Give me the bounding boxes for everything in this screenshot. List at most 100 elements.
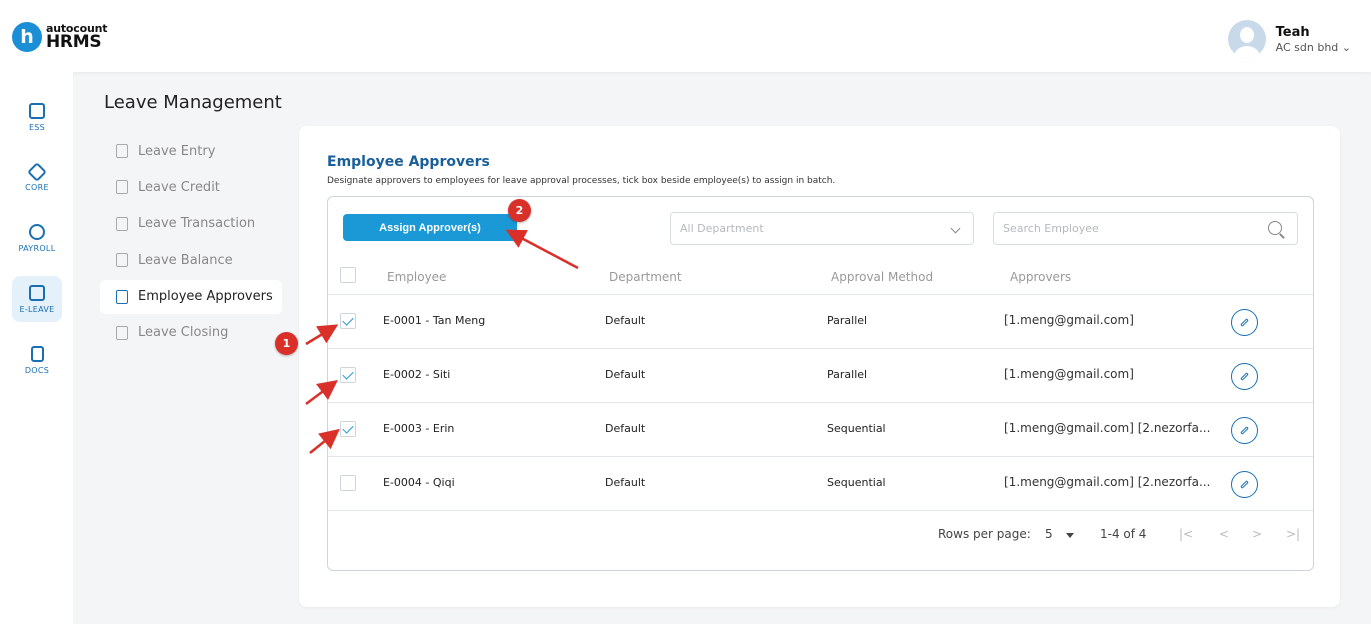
edit-button[interactable] bbox=[1231, 363, 1258, 390]
row-checkbox[interactable] bbox=[340, 313, 356, 329]
pencil-icon bbox=[1240, 372, 1249, 381]
pencil-icon bbox=[1240, 318, 1249, 327]
employee-approvers-card: Employee Approvers Designate approvers t… bbox=[299, 126, 1340, 607]
edit-button[interactable] bbox=[1231, 417, 1258, 444]
rail-item-payroll[interactable]: PAYROLL bbox=[12, 215, 62, 261]
submenu-label: Leave Entry bbox=[138, 143, 216, 159]
table-row: E-0001 - Tan Meng Default Parallel [1.me… bbox=[328, 295, 1313, 349]
table-row: E-0002 - Siti Default Parallel [1.meng@g… bbox=[328, 349, 1313, 403]
rail-item-ess[interactable]: ESS bbox=[12, 94, 62, 140]
assign-approvers-button[interactable]: Assign Approver(s) bbox=[343, 214, 517, 241]
approvers-cell: [1.meng@gmail.com] bbox=[1004, 367, 1134, 381]
table-row: E-0004 - Qiqi Default Sequential [1.meng… bbox=[328, 457, 1313, 511]
approvers-table: Assign Approver(s) All Department Search… bbox=[327, 196, 1314, 571]
rail-label: CORE bbox=[25, 182, 49, 192]
user-menu[interactable]: Teah AC sdn bhd ⌄ bbox=[1227, 20, 1351, 58]
step-badge-2: 2 bbox=[508, 199, 531, 222]
document-icon bbox=[30, 345, 44, 362]
pencil-icon bbox=[1240, 426, 1249, 435]
logo-bottom-text: HRMS bbox=[46, 32, 102, 52]
pagination-range: 1-4 of 4 bbox=[1100, 527, 1147, 541]
document-icon bbox=[116, 144, 128, 158]
department-cell: Default bbox=[605, 368, 646, 381]
submenu-item-leave-credit[interactable]: Leave Credit bbox=[100, 170, 282, 204]
rail-item-core[interactable]: CORE bbox=[12, 155, 62, 201]
submenu-label: Leave Balance bbox=[138, 252, 233, 268]
avatar bbox=[1227, 20, 1266, 58]
method-cell: Sequential bbox=[827, 476, 886, 489]
approvers-cell: [1.meng@gmail.com] [2.nezorfa... bbox=[1004, 421, 1211, 435]
rail-label: ESS bbox=[28, 122, 46, 132]
rows-per-page-label: Rows per page: bbox=[938, 527, 1031, 541]
chevron-down-icon bbox=[950, 223, 961, 234]
app-logo[interactable]: h autocount HRMS bbox=[12, 22, 107, 52]
leave-submenu: Leave Entry Leave Credit Leave Transacti… bbox=[100, 134, 282, 352]
method-cell: Parallel bbox=[827, 314, 868, 327]
column-header-employee[interactable]: Employee bbox=[387, 270, 446, 284]
card-description: Designate approvers to employees for lea… bbox=[327, 176, 836, 186]
rail-label: PAYROLL bbox=[18, 243, 56, 253]
approvers-cell: [1.meng@gmail.com] bbox=[1004, 313, 1134, 327]
document-icon bbox=[116, 289, 128, 304]
submenu-label: Leave Credit bbox=[138, 179, 220, 195]
row-checkbox[interactable] bbox=[340, 475, 356, 491]
submenu-label: Employee Approvers bbox=[138, 289, 273, 305]
row-checkbox[interactable] bbox=[340, 367, 356, 383]
top-header: h autocount HRMS Teah AC sdn bhd ⌄ bbox=[0, 0, 1371, 72]
department-placeholder: All Department bbox=[680, 222, 764, 235]
document-icon bbox=[116, 180, 128, 195]
search-input[interactable]: Search Employee bbox=[993, 212, 1298, 245]
column-header-department[interactable]: Department bbox=[609, 270, 682, 284]
step-badge-1: 1 bbox=[275, 332, 298, 355]
employee-cell: E-0004 - Qiqi bbox=[383, 476, 455, 489]
document-icon bbox=[116, 253, 128, 268]
document-icon bbox=[116, 325, 128, 340]
search-icon bbox=[1268, 221, 1282, 235]
department-cell: Default bbox=[605, 476, 646, 489]
approvers-cell: [1.meng@gmail.com] [2.nezorfa... bbox=[1004, 475, 1211, 489]
method-cell: Parallel bbox=[827, 368, 868, 381]
rail-label: DOCS bbox=[24, 365, 50, 375]
document-icon bbox=[116, 216, 128, 231]
first-page-button[interactable]: |< bbox=[1179, 527, 1193, 541]
dollar-icon bbox=[29, 223, 45, 240]
row-checkbox[interactable] bbox=[340, 421, 356, 437]
next-page-button[interactable]: > bbox=[1252, 527, 1262, 541]
submenu-item-employee-approvers[interactable]: Employee Approvers bbox=[100, 279, 282, 314]
pencil-icon bbox=[1240, 480, 1249, 489]
rail-label: E-LEAVE bbox=[19, 304, 55, 314]
card-title: Employee Approvers bbox=[327, 154, 490, 170]
submenu-item-leave-balance[interactable]: Leave Balance bbox=[100, 243, 282, 277]
rail-item-docs[interactable]: DOCS bbox=[12, 337, 62, 383]
department-select[interactable]: All Department bbox=[670, 212, 974, 245]
search-placeholder: Search Employee bbox=[1003, 222, 1099, 235]
page-title: Leave Management bbox=[104, 92, 282, 113]
submenu-item-leave-entry[interactable]: Leave Entry bbox=[100, 134, 282, 168]
edit-button[interactable] bbox=[1231, 309, 1258, 336]
column-header-approval-method[interactable]: Approval Method bbox=[831, 270, 933, 284]
department-cell: Default bbox=[605, 422, 646, 435]
last-page-button[interactable]: >| bbox=[1286, 527, 1300, 541]
rail-item-e-leave[interactable]: E-LEAVE bbox=[12, 276, 62, 322]
logo-mark: h bbox=[12, 22, 42, 52]
method-cell: Sequential bbox=[827, 422, 886, 435]
user-org: AC sdn bhd ⌄ bbox=[1275, 40, 1351, 54]
submenu-item-leave-transaction[interactable]: Leave Transaction bbox=[100, 207, 282, 241]
submenu-item-leave-closing[interactable]: Leave Closing bbox=[100, 316, 282, 350]
module-rail: ESS CORE PAYROLL E-LEAVE DOCS bbox=[0, 72, 73, 624]
department-cell: Default bbox=[605, 314, 646, 327]
calendar-icon bbox=[29, 284, 45, 301]
select-all-checkbox[interactable] bbox=[340, 267, 356, 283]
submenu-label: Leave Transaction bbox=[138, 216, 256, 232]
user-name: Teah bbox=[1275, 24, 1310, 40]
submenu-label: Leave Closing bbox=[138, 325, 229, 341]
table-row: E-0003 - Erin Default Sequential [1.meng… bbox=[328, 403, 1313, 457]
edit-button[interactable] bbox=[1231, 471, 1258, 498]
rows-per-page-select[interactable]: 5 bbox=[1045, 527, 1053, 541]
employee-cell: E-0002 - Siti bbox=[383, 368, 451, 381]
employee-cell: E-0003 - Erin bbox=[383, 422, 455, 435]
caret-down-icon[interactable] bbox=[1066, 533, 1074, 538]
cube-icon bbox=[27, 161, 47, 182]
prev-page-button[interactable]: < bbox=[1219, 527, 1229, 541]
column-header-approvers[interactable]: Approvers bbox=[1010, 270, 1071, 284]
